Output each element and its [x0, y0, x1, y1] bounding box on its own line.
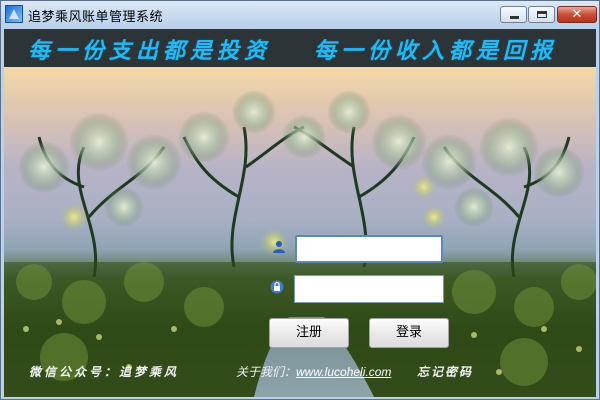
close-button[interactable]: ✕: [557, 6, 597, 23]
maximize-icon: [537, 11, 547, 18]
slogan-banner: 每一份支出都是投资 每一份收入都是回报: [4, 29, 596, 67]
slogan-left: 每一份支出都是投资: [28, 38, 272, 64]
app-icon: [5, 5, 23, 23]
slogan-right: 每一份收入都是回报: [314, 38, 558, 64]
about-us: 关于我们：www.lucoheli.com: [236, 363, 391, 380]
maximize-button[interactable]: [528, 6, 555, 23]
website-link[interactable]: www.lucoheli.com: [296, 365, 391, 379]
close-icon: ✕: [571, 7, 583, 22]
register-button[interactable]: 注册: [269, 318, 349, 348]
about-us-label: 关于我们：: [236, 365, 297, 379]
window-title: 追梦乘风账单管理系统: [28, 10, 164, 25]
wechat-account-label: 微信公众号：追梦乘风: [29, 365, 180, 379]
login-button[interactable]: 登录: [369, 318, 449, 348]
user-icon: [273, 241, 285, 253]
username-input[interactable]: [295, 235, 443, 263]
main-content: 每一份支出都是投资 每一份收入都是回报 注册 登录 微信公众号：追梦乘风 关于我…: [4, 29, 596, 397]
forgot-password-link[interactable]: 忘记密码: [417, 363, 473, 380]
lock-icon: [270, 280, 284, 294]
app-window: 追梦乘风账单管理系统 ✕ 每一份支出都是投资 每一份收入都是回报 注册 登录 微…: [0, 0, 600, 400]
minimize-icon: [510, 16, 519, 19]
minimize-button[interactable]: [500, 6, 527, 23]
password-input[interactable]: [294, 275, 444, 303]
title-bar[interactable]: 追梦乘风账单管理系统 ✕: [1, 1, 599, 29]
